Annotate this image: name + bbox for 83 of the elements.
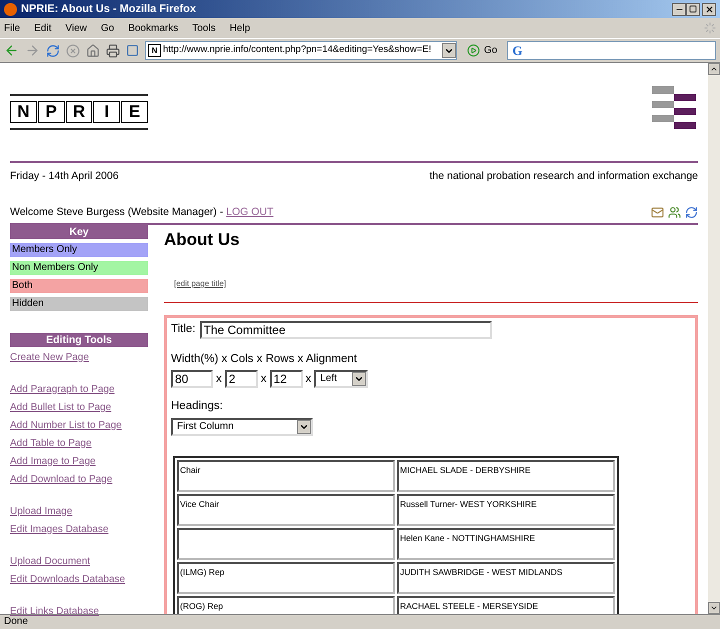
headings-label: Headings: (171, 399, 224, 414)
search-engine-icon: G (512, 40, 522, 60)
times-text: x (216, 372, 222, 387)
editing-tool-link[interactable]: Add Paragraph to Page (10, 380, 115, 398)
key-item: Hidden (10, 296, 148, 310)
edit-page-title-link[interactable]: [edit page title] (174, 279, 226, 288)
table-cell: RACHAEL STEELE - MERSEYSIDE (397, 596, 615, 614)
table-cell: (ROG) Rep (177, 596, 395, 614)
headings-select[interactable]: First Column (171, 418, 313, 436)
editing-tool-link[interactable]: Create New Page (10, 348, 89, 366)
tagline-text: the national probation research and information exchange (429, 169, 698, 184)
address-field[interactable]: N http://www.nprie.info/content.php?pn=14&editing=Yes&show=E! (145, 41, 457, 60)
editing-tool-link[interactable]: Upload Document (10, 552, 90, 570)
forward-icon[interactable] (25, 43, 40, 58)
scroll-up-icon[interactable] (708, 63, 720, 75)
logout-link[interactable]: LOG OUT (226, 204, 274, 220)
title-label: Title: (171, 322, 196, 338)
editing-tool-link[interactable]: Add Table to Page (10, 434, 92, 452)
menu-item[interactable]: File (4, 20, 20, 36)
home-icon[interactable] (86, 44, 100, 58)
key-item: Non Members Only (10, 260, 148, 274)
menu-item[interactable]: Edit (34, 20, 52, 36)
search-field[interactable]: G (507, 41, 716, 60)
logo-letter: R (66, 101, 92, 123)
editing-tool-link[interactable]: Add Bullet List to Page (10, 398, 112, 416)
width-input[interactable]: 80 (171, 370, 213, 388)
maximize-icon (689, 5, 697, 13)
scroll-down-icon[interactable] (708, 602, 720, 614)
logo-letter: E (121, 101, 148, 123)
table-cell: MICHAEL SLADE - DERBYSHIRE (397, 460, 615, 492)
editing-tool-link[interactable]: Upload Image (10, 502, 72, 520)
window-title: NPRIE: About Us - Mozilla Firefox (21, 2, 197, 17)
reload-icon[interactable] (46, 44, 60, 58)
menu-item[interactable]: Go (100, 20, 114, 36)
dimensions-label: Width(%) x Cols x Rows x Alignment (171, 352, 358, 367)
alignment-select[interactable]: Left (314, 370, 368, 388)
table-cell: Russell Turner- WEST YORKSHIRE (397, 494, 615, 526)
table-cell: JUDITH SAWBRIDGE - WEST MIDLANDS (397, 562, 615, 594)
stop-icon[interactable] (66, 44, 80, 58)
site-icon: N (148, 44, 161, 57)
editing-tool-link[interactable]: Add Download to Page (10, 470, 112, 488)
minimize-button[interactable] (672, 2, 686, 16)
menu-item[interactable]: View (65, 20, 87, 36)
page-heading: About Us (164, 228, 241, 250)
date-text: Friday - 14th April 2006 (10, 169, 119, 184)
throbber-icon (704, 22, 716, 34)
menu-item[interactable]: Tools (192, 20, 216, 36)
address-text: http://www.nprie.info/content.php?pn=14&editing=Yes&show=E! (163, 43, 432, 58)
key-item: Both (10, 278, 148, 292)
logo-letter: I (93, 101, 120, 123)
title-input[interactable]: The Committee (200, 321, 492, 339)
users-icon[interactable] (668, 206, 681, 220)
menu-item[interactable]: Help (230, 20, 250, 36)
rows-input[interactable]: 12 (270, 370, 302, 388)
welcome-text: Welcome Steve Burgess (Website Manager) - (10, 204, 224, 220)
mail-icon[interactable] (651, 206, 664, 220)
table-cell: Vice Chair (177, 494, 395, 526)
back-icon[interactable] (4, 43, 19, 58)
scrollbar[interactable] (708, 63, 720, 614)
editing-tool-link[interactable]: Add Number List to Page (10, 416, 122, 434)
go-button[interactable]: Go (463, 43, 502, 58)
menu-item[interactable]: Bookmarks (128, 20, 178, 36)
maximize-button[interactable] (686, 2, 700, 16)
cols-input[interactable]: 2 (224, 370, 258, 388)
table-cell: Helen Kane - NOTTINGHAMSHIRE (397, 528, 615, 560)
times-text: x (306, 372, 312, 387)
table-cell: Chair (177, 460, 395, 492)
firefox-logo-icon (4, 2, 17, 16)
logo-letter: N (10, 101, 37, 123)
close-button[interactable] (702, 2, 716, 16)
status-bar: Done (0, 614, 720, 629)
times-text: x (260, 372, 266, 387)
editing-tool-link[interactable]: Add Image to Page (10, 452, 96, 470)
logo-letter: P (38, 101, 65, 123)
editing-tool-link[interactable]: Edit Downloads Database (10, 570, 126, 588)
key-item: Members Only (10, 242, 148, 256)
close-icon (704, 4, 714, 14)
print-icon[interactable] (106, 44, 120, 58)
key-header: Key (10, 224, 148, 238)
editing-tools-header: Editing Tools (10, 332, 148, 346)
table-cell: (ILMG) Rep (177, 562, 395, 594)
editing-tool-link[interactable]: Edit Images Database (10, 520, 108, 538)
toolbar-icon[interactable] (126, 44, 139, 57)
